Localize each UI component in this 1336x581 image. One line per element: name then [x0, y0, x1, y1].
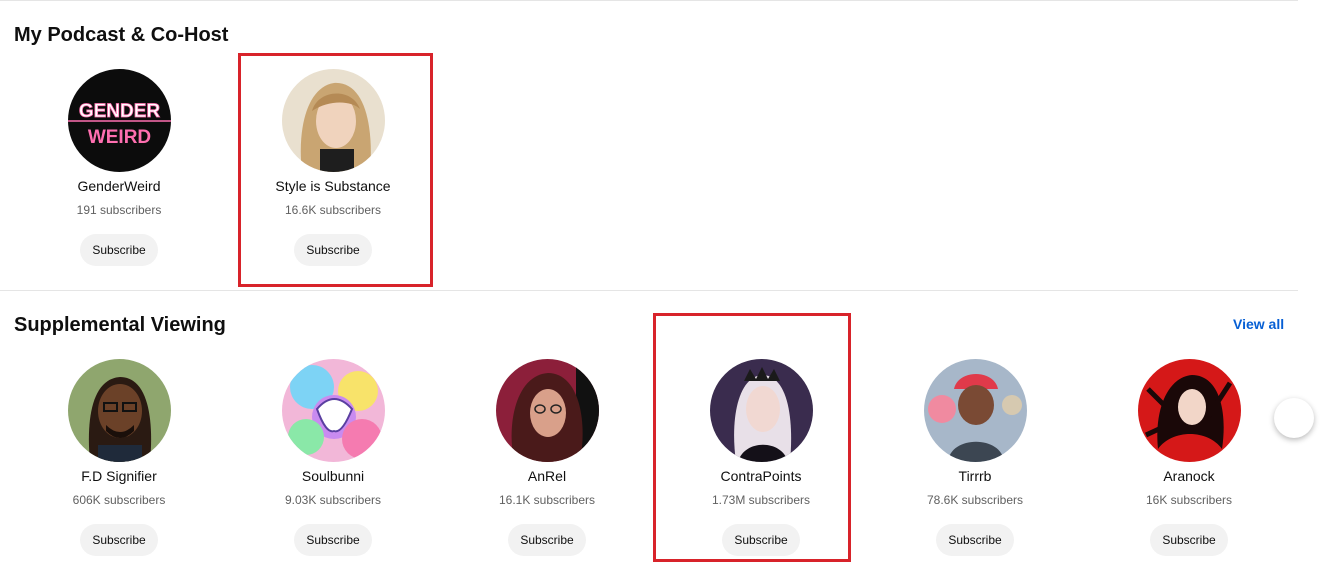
subscribe-button[interactable]: Subscribe [80, 234, 158, 266]
illustrated-character-icon [924, 359, 1027, 462]
channel-card-anrel: AnRel 16.1K subscribers Subscribe [457, 359, 637, 569]
channel-card-fd-signifier: F.D Signifier 606K subscribers Subscribe [29, 359, 209, 569]
subscribe-button[interactable]: Subscribe [508, 524, 586, 556]
section-title: My Podcast & Co-Host [14, 24, 229, 46]
channel-avatar[interactable] [496, 359, 599, 462]
channel-avatar[interactable] [282, 359, 385, 462]
channel-avatar[interactable] [1138, 359, 1241, 462]
channel-name[interactable]: F.D Signifier [29, 467, 209, 485]
subscriber-count: 16.1K subscribers [498, 493, 596, 507]
svg-text:GENDER: GENDER [79, 101, 161, 122]
subscriber-count: 606K subscribers [72, 493, 166, 507]
red-illustration-icon [1138, 359, 1241, 462]
channel-card-tirrrb: Tirrrb 78.6K subscribers Subscribe [885, 359, 1065, 569]
subscribe-button[interactable]: Subscribe [294, 524, 372, 556]
subscribe-button[interactable]: Subscribe [1150, 524, 1228, 556]
carousel-next-button[interactable] [1274, 398, 1314, 438]
channel-card-soulbunni: Soulbunni 9.03K subscribers Subscribe [243, 359, 423, 569]
colorful-art-icon [282, 359, 385, 462]
illustrated-man-icon [68, 359, 171, 462]
subscriber-count: 78.6K subscribers [926, 493, 1024, 507]
subscriber-count: 16K subscribers [1145, 493, 1233, 507]
channel-card-genderweird: GENDER WEIRD GenderWeird 191 subscribers… [29, 69, 209, 279]
top-divider [0, 0, 1298, 1]
channel-name[interactable]: AnRel [457, 467, 637, 485]
section-title: Supplemental Viewing [14, 314, 226, 336]
person-portrait-icon [496, 359, 599, 462]
channel-name[interactable]: Soulbunni [243, 467, 423, 485]
subscriber-count: 191 subscribers [76, 203, 162, 217]
channel-avatar[interactable]: GENDER WEIRD [68, 69, 171, 172]
channel-avatar[interactable] [68, 359, 171, 462]
section-divider [0, 290, 1298, 291]
subscribe-button[interactable]: Subscribe [80, 524, 158, 556]
channel-card-aranock: Aranock 16K subscribers Subscribe [1099, 359, 1279, 569]
genderweird-logo-icon: GENDER WEIRD [68, 69, 171, 172]
highlight-box [238, 53, 433, 287]
channel-name[interactable]: Aranock [1099, 467, 1279, 485]
view-all-link[interactable]: View all [1233, 315, 1284, 333]
channel-name[interactable]: GenderWeird [29, 177, 209, 195]
highlight-box [653, 313, 851, 562]
subscribe-button[interactable]: Subscribe [936, 524, 1014, 556]
channel-avatar[interactable] [924, 359, 1027, 462]
channel-name[interactable]: Tirrrb [885, 467, 1065, 485]
chevron-right-icon [1290, 410, 1300, 426]
svg-text:WEIRD: WEIRD [88, 127, 151, 148]
subscriber-count: 9.03K subscribers [284, 493, 382, 507]
